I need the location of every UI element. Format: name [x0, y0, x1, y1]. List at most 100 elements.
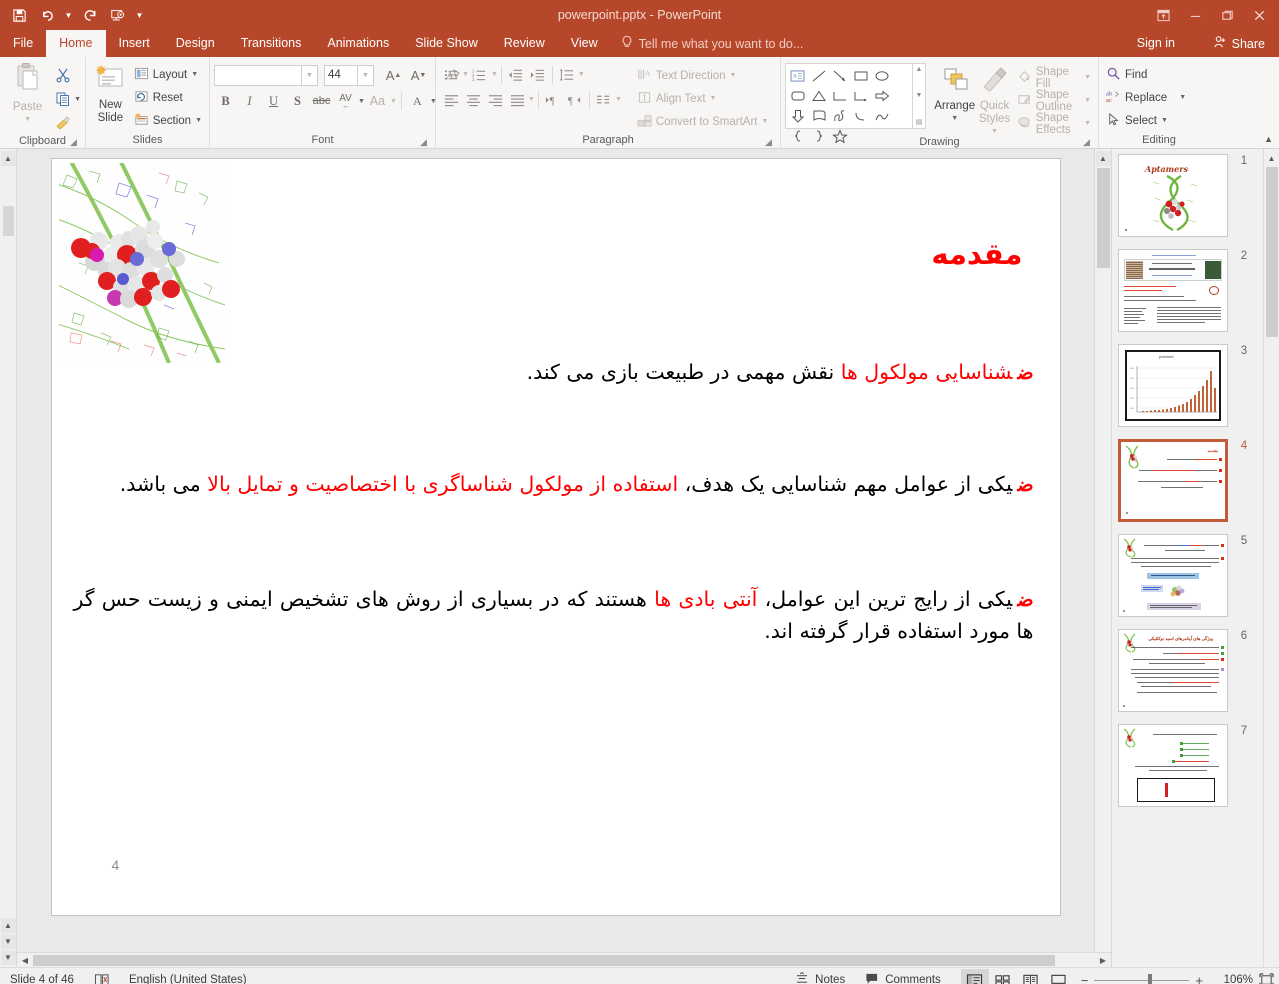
- tell-me-box[interactable]: Tell me what you want to do...: [611, 30, 814, 57]
- zoom-in-button[interactable]: +: [1195, 973, 1203, 984]
- strikethrough-button[interactable]: abc: [310, 90, 333, 112]
- change-case-button[interactable]: Aa: [366, 90, 389, 112]
- character-spacing-button[interactable]: AV ↔: [334, 90, 357, 112]
- hscroll-right-icon[interactable]: ▶: [1095, 953, 1111, 967]
- quick-styles-dropdown-icon[interactable]: ▼: [991, 128, 998, 135]
- slide-thumbnail-1[interactable]: Aptamers: [1118, 154, 1228, 237]
- tab-insert[interactable]: Insert: [106, 30, 163, 57]
- font-size-input[interactable]: [324, 65, 358, 86]
- text-shadow-button[interactable]: S: [286, 90, 309, 112]
- shape-triangle-icon[interactable]: [808, 86, 829, 106]
- text-direction-dropdown-icon[interactable]: ▼: [730, 72, 737, 79]
- cut-icon[interactable]: [51, 64, 74, 86]
- pane-scroll-up-icon[interactable]: ▲: [1264, 151, 1279, 166]
- hscroll-left-icon[interactable]: ◀: [17, 953, 33, 967]
- slide-sorter-icon[interactable]: [989, 969, 1017, 984]
- hscroll-thumb[interactable]: [33, 955, 1055, 966]
- rtl-direction-icon[interactable]: ¶: [564, 89, 586, 110]
- slide-thumbnail-pane[interactable]: Aptamers 1: [1111, 149, 1263, 967]
- tab-transitions[interactable]: Transitions: [228, 30, 315, 57]
- columns-dropdown-icon[interactable]: ▼: [615, 96, 622, 103]
- align-text-button[interactable]: Align Text ▼: [634, 87, 772, 110]
- restore-icon[interactable]: [1211, 2, 1243, 28]
- underline-button[interactable]: U: [262, 90, 285, 112]
- arrange-dropdown-icon[interactable]: ▼: [951, 115, 958, 122]
- slideshow-view-icon[interactable]: [1045, 969, 1073, 984]
- zoom-percent-label[interactable]: 106%: [1211, 974, 1253, 984]
- shape-fill-dropdown-icon[interactable]: ▼: [1084, 74, 1091, 81]
- section-button[interactable]: Section ▼: [131, 109, 205, 132]
- increase-indent-icon[interactable]: [527, 64, 549, 85]
- italic-button[interactable]: I: [238, 90, 261, 112]
- slide-thumbnail-7[interactable]: [1118, 724, 1228, 807]
- shape-line-icon[interactable]: [808, 66, 829, 86]
- thumbnail-row[interactable]: Aptamers 1: [1112, 154, 1263, 237]
- smartart-dropdown-icon[interactable]: ▼: [762, 118, 769, 125]
- shape-fill-button[interactable]: Shape Fill ▼: [1014, 66, 1094, 89]
- thumbnail-row[interactable]: 5: [1112, 534, 1263, 617]
- zoom-handle[interactable]: [1148, 974, 1152, 984]
- align-center-icon[interactable]: [462, 89, 484, 110]
- arrange-button[interactable]: Arrange ▼: [934, 63, 975, 122]
- clipboard-dialog-launcher[interactable]: ◢: [68, 137, 79, 148]
- zoom-out-button[interactable]: −: [1081, 973, 1089, 984]
- format-painter-icon[interactable]: [51, 112, 74, 134]
- thumbnail-row[interactable]: pubmed: [1112, 344, 1263, 427]
- copy-dropdown-icon[interactable]: ▼: [74, 96, 81, 103]
- copy-icon[interactable]: [51, 88, 74, 110]
- justify-icon[interactable]: [506, 89, 528, 110]
- normal-view-icon[interactable]: [961, 969, 989, 984]
- replace-button[interactable]: abac Replace ▼: [1103, 86, 1189, 109]
- slide-horizontal-scrollbar[interactable]: ◀ ▶: [17, 952, 1111, 967]
- spellcheck-icon[interactable]: [84, 969, 119, 984]
- reading-view-icon[interactable]: [1017, 969, 1045, 984]
- current-slide[interactable]: مقدمه ضشناسایی مولکول ها نقش مهمی در طبی…: [51, 158, 1061, 916]
- find-button[interactable]: Find: [1103, 63, 1189, 86]
- thumbnail-row[interactable]: 2: [1112, 249, 1263, 332]
- shape-outline-button[interactable]: Shape Outline ▼: [1014, 89, 1094, 112]
- line-spacing-icon[interactable]: [556, 64, 578, 85]
- shape-elbow-arrow-icon[interactable]: [850, 86, 871, 106]
- tab-design[interactable]: Design: [163, 30, 228, 57]
- shape-arrow-icon[interactable]: [829, 66, 850, 86]
- columns-icon[interactable]: [593, 89, 615, 110]
- shape-elbow-connector-icon[interactable]: [829, 86, 850, 106]
- language-indicator[interactable]: English (United States): [119, 969, 257, 984]
- reset-button[interactable]: Reset: [131, 86, 205, 109]
- slide-thumbnail-6[interactable]: ویژگی های آپتامرهای اسید نوکلئیکی: [1118, 629, 1228, 712]
- section-dropdown-icon[interactable]: ▼: [195, 117, 202, 124]
- slide-thumbnail-4[interactable]: مقدمه: [1118, 439, 1228, 522]
- shapes-gallery[interactable]: A: [785, 63, 913, 129]
- shape-textbox-icon[interactable]: A: [787, 66, 808, 86]
- shape-rounded-rect-icon[interactable]: [787, 86, 808, 106]
- ltr-direction-icon[interactable]: ¶: [542, 89, 564, 110]
- hscroll-track[interactable]: [33, 954, 1095, 967]
- quick-styles-button[interactable]: Quick Styles ▼: [975, 63, 1013, 135]
- numbering-icon[interactable]: 123: [469, 64, 491, 85]
- minimize-icon[interactable]: [1179, 2, 1211, 28]
- character-spacing-dropdown-icon[interactable]: ▼: [358, 98, 365, 105]
- align-dropdown-icon[interactable]: ▼: [528, 96, 535, 103]
- bullets-icon[interactable]: [440, 64, 462, 85]
- font-size-dropdown-icon[interactable]: ▼: [358, 65, 374, 86]
- slide-editing-area[interactable]: مقدمه ضشناسایی مولکول ها نقش مهمی در طبی…: [17, 149, 1094, 952]
- new-slide-button[interactable]: New Slide: [90, 60, 131, 125]
- scroll-up-icon[interactable]: ▲: [1, 151, 16, 166]
- slide-bullet-3[interactable]: ضیکی از رایج ترین این عوامل، آنتی بادی ه…: [74, 584, 1034, 648]
- tab-file[interactable]: File: [0, 30, 46, 57]
- select-button[interactable]: Select ▼: [1103, 109, 1189, 132]
- decrease-indent-icon[interactable]: [505, 64, 527, 85]
- next-slide-icon[interactable]: ▼: [1, 934, 16, 949]
- left-scrollbar[interactable]: ▲ ▲ ▼ ▼: [0, 149, 17, 967]
- gallery-scroll-up-icon[interactable]: ▲: [916, 66, 923, 73]
- thumbnail-pane-scrollbar[interactable]: ▲: [1263, 149, 1279, 967]
- thumbnail-row[interactable]: مقدمه 4: [1112, 439, 1263, 522]
- font-color-button[interactable]: A: [406, 90, 429, 112]
- shape-rectangle-icon[interactable]: [850, 66, 871, 86]
- font-name-dropdown-icon[interactable]: ▼: [302, 65, 318, 86]
- collapse-ribbon-icon[interactable]: ▲: [1264, 134, 1273, 144]
- change-case-dropdown-icon[interactable]: ▼: [390, 98, 397, 105]
- align-right-icon[interactable]: [484, 89, 506, 110]
- shape-arc-icon[interactable]: [850, 106, 871, 126]
- pane-scroll-thumb[interactable]: [1266, 167, 1278, 337]
